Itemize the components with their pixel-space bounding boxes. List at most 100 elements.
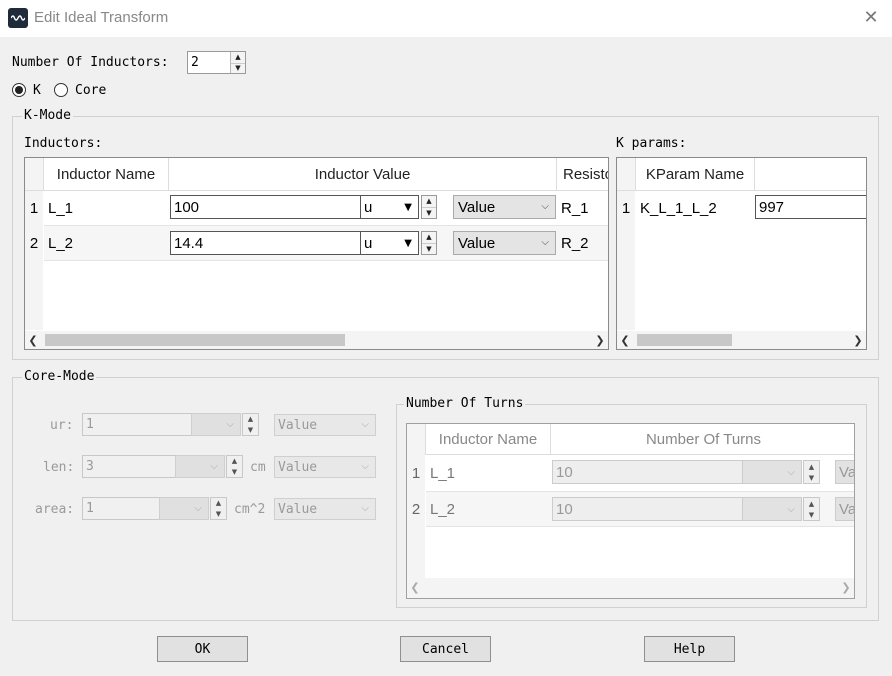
len-mode-select[interactable]: Value ⌵ [274,456,376,478]
turns-value-input[interactable]: 10 [552,460,744,484]
scroll-left-icon[interactable]: ❮ [25,331,41,349]
area-spinner[interactable]: ▲ ▼ [210,497,227,520]
resistor-cell[interactable]: R_1 [557,191,608,225]
spin-up-icon[interactable]: ▲ [227,456,242,467]
scroll-thumb[interactable] [45,334,345,346]
turns-value-input[interactable]: 10 [552,497,744,521]
cancel-button[interactable]: Cancel [400,636,491,662]
turns-name-cell[interactable]: L_2 [426,491,551,527]
area-label: area: [35,502,75,517]
chevron-down-icon: ⌵ [210,460,218,472]
spin-down-icon[interactable]: ▼ [231,62,245,74]
chevron-down-icon: ⌵ [226,418,234,430]
col-kparam-name[interactable]: KParam Name [636,158,755,190]
spin-down-icon[interactable]: ▼ [243,425,258,436]
inductor-name-cell[interactable]: L_1 [44,191,169,225]
inductor-name-cell[interactable]: L_2 [44,225,169,261]
spin-up-icon[interactable]: ▲ [804,461,819,472]
spin-up-icon[interactable]: ▲ [422,232,436,243]
scroll-right-icon[interactable]: ❯ [838,578,854,596]
spin-down-icon[interactable]: ▼ [227,467,242,478]
col-inductor-name[interactable]: Inductor Name [44,158,169,190]
ur-mode-select[interactable]: Value ⌵ [274,414,376,436]
kparam-name-cell[interactable]: K_L_1_L_2 [636,191,755,225]
scroll-right-icon[interactable]: ❯ [850,331,866,349]
table-header: KParam Name [617,158,866,191]
ok-button[interactable]: OK [157,636,248,662]
spin-down-icon[interactable]: ▼ [804,509,819,520]
len-unit-label: cm [250,460,266,475]
inductor-value-input[interactable]: 100 [170,195,361,219]
area-mode-select[interactable]: Value ⌵ [274,498,376,520]
area-unit-select[interactable]: ⌵ [159,497,209,520]
horizontal-scrollbar[interactable]: ❮ ❯ [407,578,854,598]
radio-core-label[interactable]: Core [75,83,106,98]
len-input[interactable]: 3 [82,455,176,478]
turns-mode-select[interactable]: Va [835,460,854,484]
col-number-of-turns[interactable]: Number Of Turns [551,424,854,455]
inductors-table[interactable]: Inductor Name Inductor Value Resisto 1 L… [24,157,609,350]
spin-up-icon[interactable]: ▲ [422,196,436,207]
turns-table[interactable]: Inductor Name Number Of Turns 1 L_1 10 ⌵… [406,423,855,599]
scroll-left-icon[interactable]: ❮ [617,331,633,349]
radio-k-label[interactable]: K [33,83,41,98]
close-icon[interactable]: ✕ [860,7,882,29]
unit-select[interactable]: u ▼ [360,231,419,255]
resistor-cell[interactable]: R_2 [557,225,608,261]
chevron-down-icon: ⌵ [541,200,549,212]
spin-up-icon[interactable]: ▲ [211,498,226,509]
row-index: 2 [25,225,43,261]
mode-select[interactable]: Value ⌵ [453,195,556,219]
horizontal-scrollbar[interactable]: ❮ ❯ [25,331,608,349]
scroll-right-icon[interactable]: ❯ [592,331,608,349]
ur-spinner[interactable]: ▲ ▼ [242,413,259,436]
mode-select[interactable]: Value ⌵ [453,231,556,255]
spin-down-icon[interactable]: ▼ [211,509,226,520]
spin-down-icon[interactable]: ▼ [804,472,819,483]
col-inductor-value[interactable]: Inductor Value [169,158,557,190]
len-spinner[interactable]: ▲ ▼ [226,455,243,478]
radio-k[interactable] [12,83,26,97]
kparam-value-input[interactable]: 997 [755,195,866,219]
turns-spinner[interactable]: ▲ ▼ [803,497,820,521]
unit-spinner[interactable]: ▲ ▼ [421,195,437,219]
chevron-down-icon: ⌵ [194,502,202,514]
turns-legend: Number Of Turns [404,396,526,411]
unit-spinner[interactable]: ▲ ▼ [421,231,437,255]
radio-core[interactable] [54,83,68,97]
kmode-legend: K-Mode [22,108,73,123]
help-button[interactable]: Help [644,636,735,662]
turns-mode-select[interactable]: Va [835,497,854,521]
col-turns-inductor-name[interactable]: Inductor Name [426,424,551,455]
spin-up-icon[interactable]: ▲ [804,498,819,509]
kparams-table[interactable]: KParam Name 1 K_L_1_L_2 997 ❮ ❯ [616,157,867,350]
area-mode-value: Value [278,501,318,517]
spin-down-icon[interactable]: ▼ [422,207,436,218]
ur-mode-value: Value [278,417,318,433]
ur-label: ur: [50,418,74,433]
spin-down-icon[interactable]: ▼ [422,243,436,254]
inductor-value-input[interactable]: 14.4 [170,231,361,255]
ur-input[interactable]: 1 [82,413,192,436]
turns-unit-select[interactable]: ⌵ [742,497,802,521]
num-inductors-value[interactable]: 2 [191,55,199,70]
spinner-buttons[interactable]: ▲ ▼ [230,52,245,73]
spin-up-icon[interactable]: ▲ [231,52,245,63]
unit-select[interactable]: u ▼ [360,195,419,219]
chevron-down-icon: ▼ [404,201,412,213]
area-input[interactable]: 1 [82,497,160,520]
col-resistor[interactable]: Resisto [557,158,608,190]
row-index: 2 [407,491,425,527]
scroll-thumb[interactable] [637,334,732,346]
turns-name-cell[interactable]: L_1 [426,455,551,491]
turns-spinner[interactable]: ▲ ▼ [803,460,820,484]
horizontal-scrollbar[interactable]: ❮ ❯ [617,331,866,349]
ur-unit-select[interactable]: ⌵ [191,413,241,436]
turns-unit-select[interactable]: ⌵ [742,460,802,484]
scroll-left-icon[interactable]: ❮ [407,578,423,596]
spin-up-icon[interactable]: ▲ [243,414,258,425]
table-header: Inductor Name Number Of Turns [407,424,854,455]
chevron-down-icon: ▼ [404,237,412,249]
num-inductors-spinner[interactable]: 2 ▲ ▼ [187,51,246,74]
len-unit-select[interactable]: ⌵ [175,455,225,478]
